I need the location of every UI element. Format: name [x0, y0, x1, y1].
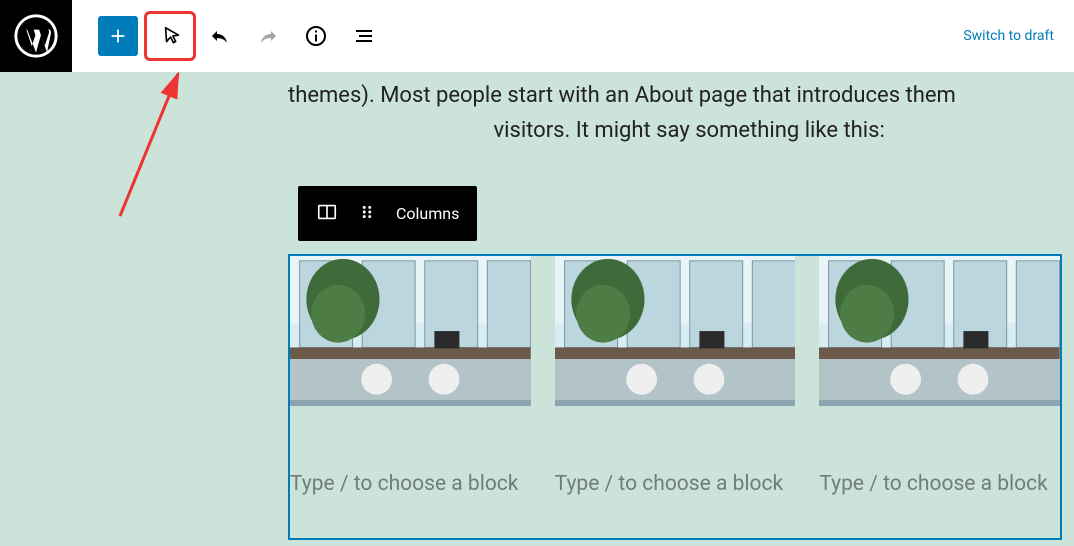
- paragraph-text[interactable]: themes). Most people start with an About…: [288, 78, 1068, 148]
- columns-icon[interactable]: [316, 201, 338, 227]
- block-placeholder[interactable]: Type / to choose a block: [290, 466, 531, 504]
- column-image[interactable]: [819, 256, 1060, 406]
- columns-block[interactable]: Type / to choose a block: [288, 254, 1062, 540]
- plus-icon: [107, 25, 129, 47]
- wordpress-logo-icon: [14, 14, 58, 58]
- select-tool-button[interactable]: [152, 16, 192, 56]
- block-toolbar-label: Columns: [396, 204, 459, 223]
- column[interactable]: Type / to choose a block: [290, 256, 531, 538]
- add-block-button[interactable]: [98, 16, 138, 56]
- outline-button[interactable]: [344, 16, 384, 56]
- editor-content: themes). Most people start with an About…: [0, 72, 1074, 546]
- column-image[interactable]: [555, 256, 796, 406]
- undo-icon: [208, 24, 232, 48]
- column[interactable]: Type / to choose a block: [555, 256, 796, 538]
- column[interactable]: Type / to choose a block: [819, 256, 1060, 538]
- info-icon: [304, 24, 328, 48]
- paragraph-line: themes). Most people start with an About…: [288, 83, 956, 108]
- redo-icon: [256, 24, 280, 48]
- undo-button[interactable]: [200, 16, 240, 56]
- block-placeholder[interactable]: Type / to choose a block: [819, 466, 1060, 504]
- redo-button[interactable]: [248, 16, 288, 56]
- drag-handle-icon[interactable]: [356, 201, 378, 227]
- cursor-icon: [161, 25, 183, 47]
- info-button[interactable]: [296, 16, 336, 56]
- list-icon: [352, 24, 376, 48]
- block-placeholder[interactable]: Type / to choose a block: [555, 466, 796, 504]
- paragraph-line: visitors. It might say something like th…: [493, 118, 884, 143]
- column-image[interactable]: [290, 256, 531, 406]
- switch-to-draft-link[interactable]: Switch to draft: [963, 28, 1054, 44]
- editor-topbar: Switch to draft: [0, 0, 1074, 72]
- block-toolbar: Columns: [298, 186, 477, 241]
- wordpress-logo[interactable]: [0, 0, 72, 72]
